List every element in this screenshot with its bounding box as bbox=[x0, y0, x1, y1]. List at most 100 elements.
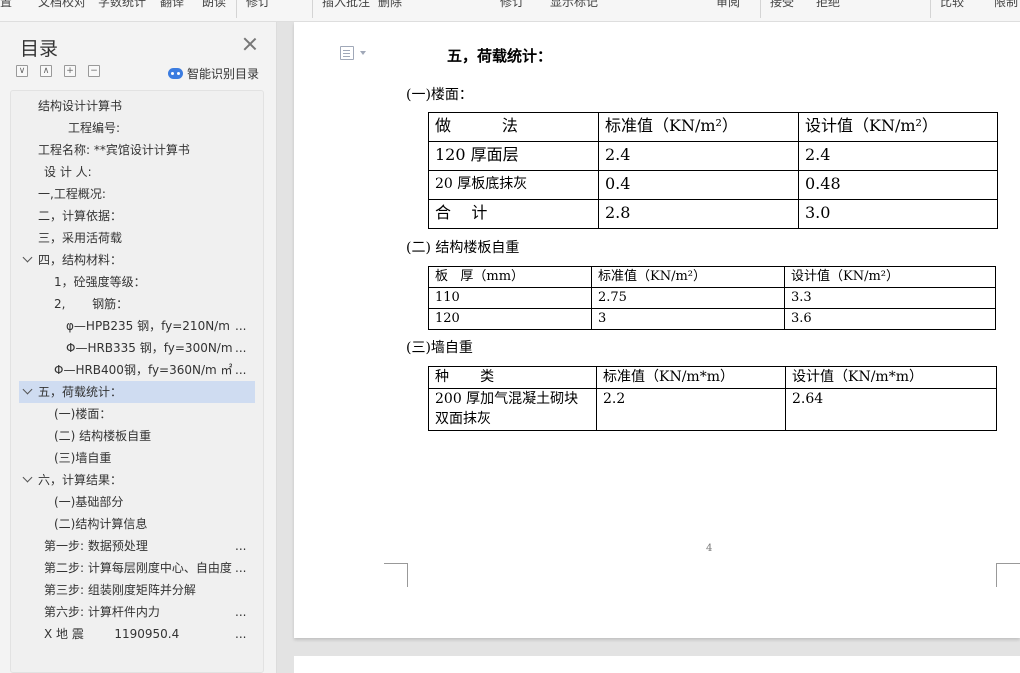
section-title: 五，荷载统计： bbox=[447, 47, 553, 65]
table-cell: 110 bbox=[428, 287, 592, 309]
toc-item[interactable]: 第三步: 组装刚度矩阵并分解 bbox=[11, 579, 263, 601]
toolbar-item-accept[interactable]: 接受 bbox=[770, 0, 794, 10]
floor-load-table: 做 法 标准值（KN/m²） 设计值（KN/m²） 120 厚面层 2.4 2.… bbox=[428, 112, 998, 229]
document-nav-icon[interactable] bbox=[340, 46, 354, 60]
table-header-cell: 标准值（KN/m²） bbox=[598, 112, 799, 142]
table-row: 200 厚加气混凝土砌块双面抹灰 2.2 2.64 bbox=[428, 388, 997, 431]
toc-item[interactable]: Φ—HRB335 钢，fy=300N/m... bbox=[11, 337, 263, 359]
table-cell: 2.4 bbox=[798, 141, 998, 171]
next-document-page[interactable] bbox=[294, 656, 1020, 673]
toolbar-item-compare[interactable]: 比较 bbox=[940, 0, 964, 10]
table-header-row: 种 类 标准值（KN/m*m） 设计值（KN/m*m） bbox=[428, 366, 997, 389]
toc-item[interactable]: 第一步: 数据预处理... bbox=[11, 535, 263, 557]
toc-item[interactable]: Φ—HRB400钢，fy=360N/m ㎡(... bbox=[11, 359, 263, 381]
toc-item[interactable]: (三)墙自重 bbox=[11, 447, 263, 469]
slab-weight-table: 板 厚（mm） 标准值（KN/m²） 设计值（KN/m²） 110 2.75 3… bbox=[428, 266, 996, 330]
table-header-cell: 做 法 bbox=[428, 112, 599, 142]
toc-item[interactable]: (一)基础部分 bbox=[11, 491, 263, 513]
table-cell: 合 计 bbox=[428, 199, 599, 229]
toc-item[interactable]: 二，计算依据： bbox=[11, 205, 263, 227]
toc-item[interactable]: 工程名称: **宾馆设计计算书 bbox=[11, 139, 263, 161]
toc-item[interactable]: 设 计 人: bbox=[11, 161, 263, 183]
toolbar-item-settings[interactable]: 置 bbox=[0, 0, 12, 10]
toc-item[interactable]: 四，结构材料： bbox=[11, 249, 263, 271]
table-header-cell: 板 厚（mm） bbox=[428, 266, 592, 288]
toc-sidebar: 目录 ∨ ∧ + − 智能识别目录 结构设计计算书 工程编号: 工程名称: **… bbox=[0, 22, 277, 673]
remove-level-button[interactable]: − bbox=[88, 65, 100, 77]
ribbon-toolbar: 置 文档校对 字数统计 翻译 朗读 修订 插入批注 删除 修订 显示标记 审阅 … bbox=[0, 0, 1020, 22]
toc-item[interactable]: φ—HPB235 钢，fy=210N/m... bbox=[11, 315, 263, 337]
table-header-cell: 设计值（KN/m²） bbox=[798, 112, 998, 142]
table-cell: 2.75 bbox=[591, 287, 785, 309]
toc-panel-title: 目录 bbox=[20, 38, 59, 60]
table-cell: 0.4 bbox=[598, 170, 799, 200]
caret-down-icon[interactable] bbox=[360, 51, 366, 55]
table-cell: 120 bbox=[428, 308, 592, 330]
table-cell: 120 厚面层 bbox=[428, 141, 599, 171]
smart-toc-button[interactable]: 智能识别目录 bbox=[168, 65, 259, 82]
toc-item[interactable]: (二)结构计算信息 bbox=[11, 513, 263, 535]
wall-weight-table: 种 类 标准值（KN/m*m） 设计值（KN/m*m） 200 厚加气混凝土砌块… bbox=[428, 366, 997, 431]
expand-up-button[interactable]: ∧ bbox=[40, 65, 52, 77]
document-view[interactable]: 五，荷载统计： (一)楼面： 做 法 标准值（KN/m²） 设计值（KN/m²）… bbox=[277, 22, 1020, 673]
table-cell: 3 bbox=[591, 308, 785, 330]
toolbar-item-word-count[interactable]: 字数统计 bbox=[98, 0, 146, 10]
chevron-down-icon[interactable] bbox=[22, 252, 33, 263]
table-row: 120 3 3.6 bbox=[428, 308, 996, 330]
toc-item[interactable]: 2, 钢筋： bbox=[11, 293, 263, 315]
toc-item[interactable]: 1，砼强度等级： bbox=[11, 271, 263, 293]
toolbar-item-revise[interactable]: 修订 bbox=[246, 0, 270, 10]
toc-item[interactable]: 第二步: 计算每层刚度中心、自由度... bbox=[11, 557, 263, 579]
collapse-all-button[interactable]: ∨ bbox=[16, 65, 28, 77]
table-cell: 3.6 bbox=[784, 308, 996, 330]
toc-item[interactable]: 第六步: 计算杆件内力... bbox=[11, 601, 263, 623]
toolbar-item-reject[interactable]: 拒绝 bbox=[816, 0, 840, 10]
toc-item[interactable]: 结构设计计算书 bbox=[11, 95, 263, 117]
toolbar-item-read-aloud[interactable]: 朗读 bbox=[202, 0, 226, 10]
toc-item[interactable]: 三，采用活荷载 bbox=[11, 227, 263, 249]
table-cell: 20 厚板底抹灰 bbox=[428, 170, 599, 200]
toc-tree: 结构设计计算书 工程编号: 工程名称: **宾馆设计计算书 设 计 人: 一,工… bbox=[10, 90, 264, 673]
add-level-button[interactable]: + bbox=[64, 65, 76, 77]
toolbar-separator bbox=[760, 0, 761, 18]
toc-item[interactable]: X 地 震 1190950.4... bbox=[11, 623, 263, 645]
toc-item-selected[interactable]: 五，荷载统计： bbox=[19, 381, 255, 403]
table-header-row: 板 厚（mm） 标准值（KN/m²） 设计值（KN/m²） bbox=[428, 266, 996, 288]
wall-heading: (三)墙自重 bbox=[406, 340, 473, 356]
toolbar-item-delete[interactable]: 删除 bbox=[378, 0, 402, 10]
chevron-down-icon[interactable] bbox=[22, 472, 33, 483]
toolbar-item-track[interactable]: 修订 bbox=[500, 0, 524, 10]
toolbar-item-translate[interactable]: 翻译 bbox=[160, 0, 184, 10]
toc-item[interactable]: 工程编号: bbox=[11, 117, 263, 139]
table-cell: 2.4 bbox=[598, 141, 799, 171]
table-cell: 3.0 bbox=[798, 199, 998, 229]
toolbar-item-proofread[interactable]: 文档校对 bbox=[38, 0, 86, 10]
toolbar-item-review[interactable]: 审阅 bbox=[716, 0, 740, 10]
page-number: 4 bbox=[706, 543, 713, 554]
close-icon[interactable] bbox=[242, 36, 258, 52]
table-row: 20 厚板底抹灰 0.4 0.48 bbox=[428, 170, 998, 200]
toc-item[interactable]: (一)楼面： bbox=[11, 403, 263, 425]
toolbar-item-restrict[interactable]: 限制 bbox=[994, 0, 1018, 10]
floor-heading: (一)楼面： bbox=[406, 87, 473, 103]
toolbar-item-show-markup[interactable]: 显示标记 bbox=[550, 0, 598, 10]
table-cell: 2.8 bbox=[598, 199, 799, 229]
table-row: 120 厚面层 2.4 2.4 bbox=[428, 141, 998, 171]
smart-toc-label: 智能识别目录 bbox=[187, 67, 260, 81]
crop-mark bbox=[384, 563, 408, 587]
table-header-row: 做 法 标准值（KN/m²） 设计值（KN/m²） bbox=[428, 112, 998, 142]
ai-assistant-icon bbox=[168, 68, 183, 79]
toc-item[interactable]: 一,工程概况: bbox=[11, 183, 263, 205]
toc-item[interactable]: 六，计算结果： bbox=[11, 469, 263, 491]
toc-item[interactable]: (二) 结构楼板自重 bbox=[11, 425, 263, 447]
table-header-cell: 种 类 bbox=[428, 366, 597, 389]
toolbar-item-insert-comment[interactable]: 插入批注 bbox=[322, 0, 370, 10]
slab-heading: (二) 结构楼板自重 bbox=[406, 240, 520, 256]
table-row: 110 2.75 3.3 bbox=[428, 287, 996, 309]
crop-mark bbox=[996, 563, 1020, 587]
table-cell: 2.64 bbox=[785, 388, 997, 431]
document-page[interactable]: 五，荷载统计： (一)楼面： 做 法 标准值（KN/m²） 设计值（KN/m²）… bbox=[294, 22, 1020, 638]
toolbar-separator bbox=[312, 0, 313, 18]
chevron-down-icon[interactable] bbox=[22, 384, 33, 395]
toolbar-separator bbox=[236, 0, 237, 18]
